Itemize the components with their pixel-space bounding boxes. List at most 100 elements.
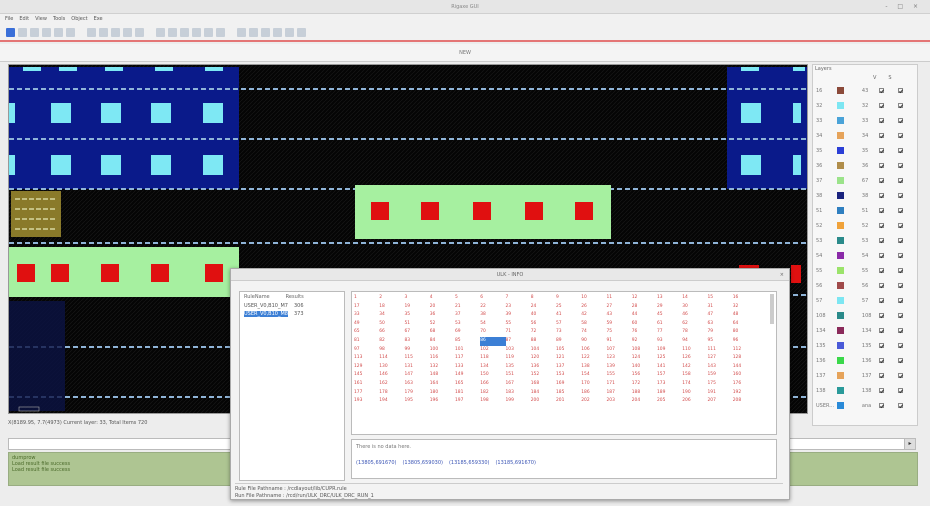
result-index-cell[interactable]: 22 — [480, 303, 505, 312]
result-index-cell[interactable]: 77 — [657, 328, 682, 337]
result-index-cell[interactable]: 192 — [733, 389, 758, 398]
result-index-cell[interactable]: 7 — [506, 294, 531, 303]
result-index-cell[interactable]: 2 — [379, 294, 404, 303]
visible-checkbox[interactable] — [879, 223, 885, 228]
toolbar-tool-icon[interactable] — [66, 27, 75, 37]
select-checkbox[interactable] — [898, 268, 904, 273]
result-index-cell[interactable]: 120 — [531, 354, 556, 363]
layer-row[interactable]: 55 55 — [813, 263, 917, 278]
result-index-cell[interactable]: 83 — [405, 337, 430, 346]
result-index-cell[interactable]: 12 — [632, 294, 657, 303]
result-index-cell[interactable]: 107 — [607, 346, 632, 355]
result-index-cell[interactable]: 143 — [708, 363, 733, 372]
toolbar-tool-icon[interactable] — [285, 27, 294, 37]
result-index-cell[interactable]: 49 — [354, 320, 379, 329]
result-index-cell[interactable]: 23 — [506, 303, 531, 312]
result-index-cell[interactable]: 127 — [708, 354, 733, 363]
toolbar-tool-icon[interactable] — [111, 27, 120, 37]
result-index-cell[interactable]: 185 — [556, 389, 581, 398]
result-index-cell[interactable]: 81 — [354, 337, 379, 346]
result-index-cell[interactable]: 139 — [607, 363, 632, 372]
result-index-cell[interactable]: 45 — [657, 311, 682, 320]
result-index-cell[interactable]: 115 — [405, 354, 430, 363]
result-index-cell[interactable]: 13 — [657, 294, 682, 303]
toolbar-tool-icon[interactable] — [54, 27, 63, 37]
result-index-cell[interactable]: 124 — [632, 354, 657, 363]
layer-row[interactable]: 51 51 — [813, 203, 917, 218]
result-index-cell[interactable]: 67 — [405, 328, 430, 337]
result-index-cell[interactable]: 56 — [531, 320, 556, 329]
coordinate-link[interactable]: (13805,691670) — [356, 460, 396, 466]
layer-row[interactable]: 136 136 — [813, 353, 917, 368]
result-index-cell[interactable]: 91 — [607, 337, 632, 346]
menu-item-view[interactable]: View — [35, 14, 47, 24]
result-index-cell[interactable]: 153 — [556, 371, 581, 380]
result-index-cell[interactable]: 176 — [733, 380, 758, 389]
result-index-cell[interactable]: 200 — [531, 397, 556, 406]
result-index-cell[interactable]: 199 — [506, 397, 531, 406]
tab-new[interactable]: NEW — [0, 48, 930, 58]
toolbar-tool-icon[interactable] — [87, 27, 96, 37]
result-index-cell[interactable]: 63 — [708, 320, 733, 329]
result-index-cell[interactable]: 99 — [405, 346, 430, 355]
result-index-cell[interactable]: 109 — [657, 346, 682, 355]
result-index-cell[interactable]: 17 — [354, 303, 379, 312]
result-index-cell[interactable]: 150 — [480, 371, 505, 380]
layer-row[interactable]: 32 32 — [813, 98, 917, 113]
visible-checkbox[interactable] — [879, 328, 885, 333]
toolbar-tool-icon[interactable] — [204, 27, 213, 37]
select-checkbox[interactable] — [898, 148, 904, 153]
result-index-cell[interactable]: 37 — [455, 311, 480, 320]
result-index-cell[interactable]: 203 — [607, 397, 632, 406]
result-index-cell[interactable]: 186 — [581, 389, 606, 398]
rule-row[interactable]: USER_V0,B10_M8 373 — [240, 310, 344, 318]
result-index-cell[interactable]: 145 — [354, 371, 379, 380]
toolbar-tool-icon[interactable] — [123, 27, 132, 37]
result-index-cell[interactable]: 71 — [506, 328, 531, 337]
result-index-cell[interactable]: 160 — [733, 371, 758, 380]
result-index-cell[interactable]: 1 — [354, 294, 379, 303]
select-checkbox[interactable] — [898, 178, 904, 183]
result-index-cell[interactable]: 59 — [607, 320, 632, 329]
result-index-cell[interactable]: 19 — [405, 303, 430, 312]
layer-row[interactable]: 37 67 — [813, 173, 917, 188]
result-index-cell[interactable]: 89 — [556, 337, 581, 346]
toolbar-tool-icon[interactable] — [147, 28, 153, 37]
visible-checkbox[interactable] — [879, 283, 885, 288]
result-index-cell[interactable]: 134 — [480, 363, 505, 372]
result-index-cell[interactable]: 133 — [455, 363, 480, 372]
select-checkbox[interactable] — [898, 373, 904, 378]
result-index-cell[interactable]: 55 — [506, 320, 531, 329]
result-index-cell[interactable]: 187 — [607, 389, 632, 398]
result-index-cell[interactable]: 3 — [405, 294, 430, 303]
result-index-cell[interactable]: 61 — [657, 320, 682, 329]
result-index-cell[interactable]: 27 — [607, 303, 632, 312]
result-index-cell[interactable]: 157 — [657, 371, 682, 380]
result-index-cell[interactable]: 9 — [556, 294, 581, 303]
result-index-cell[interactable]: 6 — [480, 294, 505, 303]
toolbar-tool-icon[interactable] — [168, 27, 177, 37]
toolbar-tool-icon[interactable] — [18, 27, 27, 37]
select-checkbox[interactable] — [898, 118, 904, 123]
visible-checkbox[interactable] — [879, 253, 885, 258]
result-index-cell[interactable]: 69 — [455, 328, 480, 337]
result-index-cell[interactable]: 8 — [531, 294, 556, 303]
select-checkbox[interactable] — [898, 343, 904, 348]
result-index-cell[interactable]: 79 — [708, 328, 733, 337]
result-index-cell[interactable]: 197 — [455, 397, 480, 406]
result-index-cell[interactable]: 173 — [657, 380, 682, 389]
select-checkbox[interactable] — [898, 313, 904, 318]
result-index-cell[interactable]: 113 — [354, 354, 379, 363]
result-index-cell[interactable]: 177 — [354, 389, 379, 398]
result-index-cell[interactable]: 126 — [682, 354, 707, 363]
result-index-cell[interactable]: 137 — [556, 363, 581, 372]
result-index-cell[interactable]: 202 — [581, 397, 606, 406]
result-index-cell[interactable]: 73 — [556, 328, 581, 337]
result-index-cell[interactable]: 20 — [430, 303, 455, 312]
result-index-cell[interactable]: 116 — [430, 354, 455, 363]
result-index-cell[interactable]: 52 — [430, 320, 455, 329]
result-index-cell[interactable]: 167 — [506, 380, 531, 389]
layer-row[interactable]: 52 52 — [813, 218, 917, 233]
toolbar-tool-icon[interactable] — [249, 27, 258, 37]
result-index-cell[interactable]: 11 — [607, 294, 632, 303]
